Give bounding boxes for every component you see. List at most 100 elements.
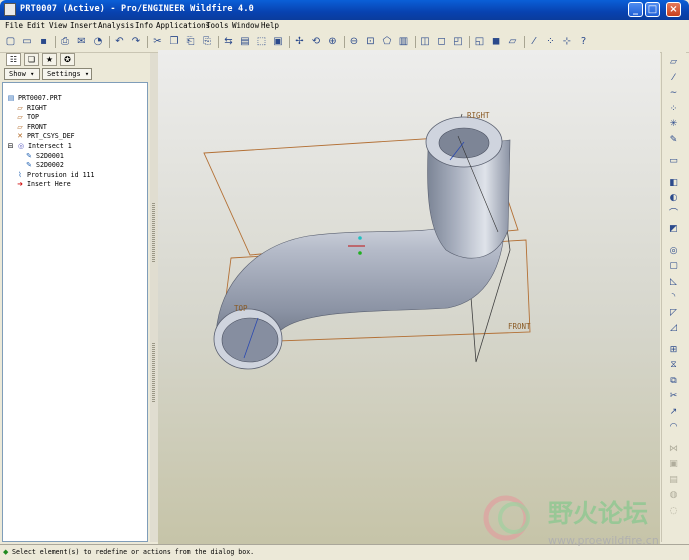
folder-browser-tab-icon[interactable]: ❏ — [24, 53, 39, 66]
wireframe-icon[interactable]: ◻ — [435, 35, 448, 48]
no-hidden-icon[interactable]: ◱ — [473, 35, 486, 48]
collapse-icon[interactable]: ⊟ — [7, 142, 14, 151]
zoom-in-icon[interactable]: ⊕ — [326, 35, 339, 48]
menu-info[interactable]: Info — [135, 20, 153, 32]
repaint-mode-icon[interactable]: ◔ — [92, 35, 105, 48]
variable-sweep-tool-icon[interactable]: ⌒ — [667, 208, 680, 221]
paste-icon[interactable]: ⎗ — [184, 35, 197, 48]
offset-tool-icon[interactable]: ◠ — [667, 421, 680, 434]
solidify-tool-icon[interactable]: ▣ — [667, 458, 680, 471]
hidden-line-icon[interactable]: ◰ — [452, 35, 465, 48]
mirror-tool-icon[interactable]: ⧖ — [667, 359, 680, 372]
refit-icon[interactable]: ⊡ — [364, 35, 377, 48]
menu-view[interactable]: View — [49, 20, 67, 32]
menu-edit[interactable]: Edit — [27, 20, 45, 32]
rib-tool-icon[interactable]: ◺ — [667, 276, 680, 289]
open-icon[interactable]: ▭ — [21, 35, 34, 48]
tree-item[interactable]: ✎ S2D0002 — [24, 161, 64, 170]
connections-tab-icon[interactable]: ✪ — [60, 53, 75, 66]
toolbar-separator — [343, 36, 345, 48]
datum-points-icon[interactable]: ⁘ — [544, 35, 557, 48]
extend-tool-icon[interactable]: ↗ — [667, 406, 680, 419]
menu-help[interactable]: Help — [261, 20, 279, 32]
tree-item[interactable]: ⌇ Protrusion id 111 — [15, 171, 94, 180]
model-tree-tab-icon[interactable]: ☷ — [6, 53, 21, 66]
spin-center-icon[interactable]: ✢ — [293, 35, 306, 48]
csys-marker — [358, 236, 362, 240]
datum-axis-tool-icon[interactable]: ⁄ — [667, 72, 680, 85]
cut-icon[interactable]: ✂ — [151, 35, 164, 48]
zoom-out-icon[interactable]: ⊖ — [348, 35, 361, 48]
menu-applications[interactable]: Applications — [156, 20, 210, 32]
print-icon[interactable]: ⎙ — [59, 35, 72, 48]
tree-item[interactable]: ▱ RIGHT — [15, 104, 47, 113]
repaint-icon[interactable]: ▣ — [272, 35, 285, 48]
navigator-splitter[interactable] — [150, 53, 158, 542]
extrude-tool-icon[interactable]: ◧ — [667, 177, 680, 190]
chamfer-tool-icon[interactable]: ◸ — [667, 307, 680, 320]
favorites-tab-icon[interactable]: ★ — [42, 53, 57, 66]
tree-item[interactable]: ✕ PRT_CSYS_DEF — [15, 132, 75, 141]
save-icon[interactable]: ▪ — [37, 35, 50, 48]
close-button[interactable]: × — [666, 2, 681, 17]
sketch-tool-icon[interactable]: ▭ — [667, 155, 680, 168]
layers-icon[interactable]: ◫ — [419, 35, 432, 48]
thicken-tool-icon[interactable]: ▤ — [667, 474, 680, 487]
revolve-tool-icon[interactable]: ◐ — [667, 192, 680, 205]
copy-icon[interactable]: ❐ — [168, 35, 181, 48]
merge-tool-icon[interactable]: ⧉ — [667, 375, 680, 388]
window-title-bar[interactable]: PRT0007 (Active) - Pro/ENGINEER Wildfire… — [0, 0, 689, 20]
coordinate-systems-icon[interactable]: ⊹ — [561, 35, 574, 48]
analysis-tool-icon[interactable]: ✎ — [667, 134, 680, 147]
select-box-icon[interactable]: ⬚ — [255, 35, 268, 48]
datum-point-tool-icon[interactable]: ⁘ — [667, 103, 680, 116]
hole-tool-icon[interactable]: ◎ — [667, 245, 680, 258]
menu-file[interactable]: File — [5, 20, 23, 32]
tree-item[interactable]: ▱ TOP — [15, 113, 39, 122]
show-menu-button[interactable]: Show ▾ — [4, 68, 40, 80]
paste-special-icon[interactable]: ⎘ — [201, 35, 214, 48]
graphics-window[interactable]: RIGHT TOP FRONT — [158, 50, 660, 544]
toolbar-separator — [414, 36, 416, 48]
menu-window[interactable]: Window — [232, 20, 259, 32]
round-tool-icon[interactable]: ◝ — [667, 291, 680, 304]
maximize-button[interactable]: □ — [645, 2, 660, 17]
new-icon[interactable]: ▢ — [4, 35, 17, 48]
menu-analysis[interactable]: Analysis — [98, 20, 134, 32]
datum-planes-icon[interactable]: ▱ — [506, 35, 519, 48]
blend-tool-icon[interactable]: ◩ — [667, 223, 680, 236]
intersect-tool-icon[interactable]: ⋈ — [667, 443, 680, 456]
shading-icon[interactable]: ◼ — [490, 35, 503, 48]
datum-plane-tool-icon[interactable]: ▱ — [667, 56, 680, 69]
settings-menu-button[interactable]: Settings ▾ — [42, 68, 92, 80]
watermark-text: 野火论坛 — [548, 499, 648, 528]
model-tree[interactable]: ▤ PRT0007.PRT ▱ RIGHT ▱ TOP ▱ FRONT ✕ PRT_CSYS_DE… — [2, 82, 148, 542]
draft-tool-icon[interactable]: ◿ — [667, 322, 680, 335]
reorient-icon[interactable]: ⬠ — [381, 35, 394, 48]
undo-icon[interactable]: ↶ — [113, 35, 126, 48]
pattern-tool-icon[interactable]: ⊞ — [667, 344, 680, 357]
tree-item[interactable]: ➜ Insert Here — [15, 180, 71, 189]
tree-item[interactable]: ✎ S2D0001 — [24, 152, 64, 161]
menu-tools[interactable]: Tools — [206, 20, 229, 32]
saved-views-icon[interactable]: ▥ — [397, 35, 410, 48]
tree-item[interactable]: ▱ FRONT — [15, 123, 47, 132]
orient-mode-icon[interactable]: ⟲ — [310, 35, 323, 48]
tree-item[interactable]: ▤ PRT0007.PRT — [6, 94, 62, 103]
datum-curve-tool-icon[interactable]: ∼ — [667, 87, 680, 100]
tree-item[interactable]: ⊟ ◎ Intersect 1 — [8, 142, 72, 151]
whats-this-icon[interactable]: ? — [577, 35, 590, 48]
send-icon[interactable]: ✉ — [75, 35, 88, 48]
sketch-icon: ✎ — [26, 151, 32, 160]
trim-tool-icon[interactable]: ✂ — [667, 390, 680, 403]
shell-tool-icon[interactable]: ▢ — [667, 260, 680, 273]
minimize-button[interactable]: _ — [628, 2, 643, 17]
datum-axes-icon[interactable]: ⁄ — [528, 35, 541, 48]
status-message: Select element(s) to redefine or actions… — [12, 548, 255, 556]
redo-icon[interactable]: ↷ — [130, 35, 143, 48]
menu-insert[interactable]: Insert — [70, 20, 97, 32]
find-icon[interactable]: ▤ — [239, 35, 252, 48]
datum-plane-icon: ▱ — [17, 113, 23, 122]
csys-tool-icon[interactable]: ✳ — [667, 118, 680, 131]
regenerate-icon[interactable]: ⇆ — [222, 35, 235, 48]
